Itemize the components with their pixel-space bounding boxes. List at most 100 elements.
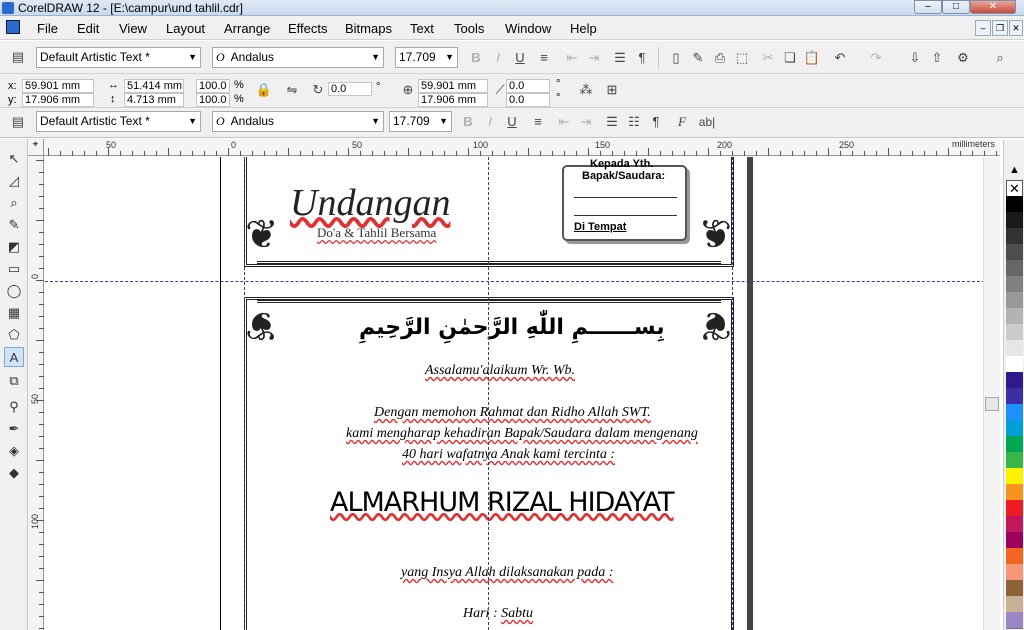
color-swatch[interactable]	[1006, 564, 1023, 581]
vertical-ruler[interactable]: 0 50 100	[28, 156, 44, 630]
bismillah-text[interactable]: بِســــــمِ اللّٰهِ الرَّحمٰنِ الرَّحِيم…	[359, 315, 665, 340]
doc-close-button[interactable]: ✕	[1009, 20, 1023, 36]
scroll-thumb[interactable]	[985, 397, 999, 411]
lock-ratio-icon[interactable]: 🔒	[254, 80, 274, 100]
menu-view[interactable]: View	[119, 21, 147, 36]
menu-window[interactable]: Window	[505, 21, 551, 36]
position-icon[interactable]: ⊞	[602, 80, 622, 100]
cut-icon[interactable]: ✂	[758, 48, 778, 68]
import-file-icon[interactable]: ⇩	[905, 48, 925, 68]
menu-help[interactable]: Help	[570, 21, 597, 36]
color-swatch[interactable]	[1006, 308, 1023, 325]
increase-indent-icon[interactable]: ⇥	[576, 112, 596, 132]
text-style-combo[interactable]: Default Artistic Text * ▼	[36, 111, 201, 132]
drop-cap-icon[interactable]: ☷	[624, 112, 644, 132]
interactive-blend-tool-icon[interactable]: ⧉	[4, 371, 24, 391]
color-swatch[interactable]	[1006, 484, 1023, 501]
graph-paper-tool-icon[interactable]: ▦	[4, 303, 24, 323]
skew-x-field[interactable]: 0.0	[506, 79, 550, 93]
minimize-button[interactable]: –	[914, 0, 942, 14]
ruler-origin-icon[interactable]: ⌖	[28, 139, 44, 156]
color-swatch[interactable]	[1006, 372, 1023, 389]
color-swatch[interactable]	[1006, 212, 1023, 229]
character-format-icon[interactable]: F	[672, 112, 692, 132]
doc-restore-button[interactable]: ❐	[992, 20, 1008, 36]
rotation-field[interactable]: 0.0	[328, 82, 372, 96]
bullet-list-icon[interactable]: ☰	[610, 48, 630, 68]
redo-icon[interactable]: ↷	[866, 48, 886, 68]
menu-arrange[interactable]: Arrange	[224, 21, 270, 36]
center-x-field[interactable]: 59.901 mm	[418, 79, 488, 93]
color-swatch[interactable]	[1006, 260, 1023, 277]
deceased-name[interactable]: ALMARHUM RIZAL HIDAYAT	[330, 487, 675, 518]
basic-shapes-tool-icon[interactable]: ⬠	[4, 325, 24, 345]
close-button[interactable]: ✕	[970, 0, 1016, 14]
invitation-heading[interactable]: Undangan	[290, 181, 450, 225]
italic-icon[interactable]: I	[480, 112, 500, 132]
grid-icon[interactable]: ⁂	[576, 80, 596, 100]
color-swatch[interactable]	[1006, 612, 1023, 629]
color-swatch[interactable]	[1006, 548, 1023, 565]
color-swatch[interactable]	[1006, 404, 1023, 421]
y-position-field[interactable]: 17.906 mm	[22, 93, 94, 107]
menu-file[interactable]: File	[37, 21, 58, 36]
smart-fill-tool-icon[interactable]: ◩	[4, 237, 24, 257]
import-icon[interactable]: ⬚	[732, 48, 752, 68]
eyedropper-tool-icon[interactable]: ⚲	[4, 397, 24, 417]
color-swatch[interactable]	[1006, 196, 1023, 213]
vertical-scrollbar[interactable]	[983, 157, 1000, 630]
application-launcher-icon[interactable]: ⚙	[953, 48, 973, 68]
paragraph-icon[interactable]: ¶	[646, 112, 666, 132]
drawing-canvas[interactable]: ❦ ❦ Undangan Do'a & Tahlil Bersama Kepad…	[45, 157, 1000, 630]
menu-effects[interactable]: Effects	[288, 21, 328, 36]
font-size-combo[interactable]: 17.709 ▼	[395, 47, 458, 68]
print-icon[interactable]: ⎙	[710, 48, 730, 68]
vertical-guideline[interactable]	[732, 157, 733, 630]
new-document-icon[interactable]: ▯	[666, 48, 686, 68]
text-tool-icon[interactable]: ▤	[8, 112, 28, 132]
invitation-line-3[interactable]: 40 hari wafatnya Anak kami tercinta :	[402, 447, 615, 463]
color-swatch[interactable]	[1006, 244, 1023, 261]
color-swatch[interactable]	[1006, 356, 1023, 373]
zoom-tool-icon[interactable]: ⌕	[4, 193, 24, 213]
style-combo[interactable]: Default Artistic Text * ▼	[36, 47, 201, 68]
center-y-field[interactable]: 17.906 mm	[418, 93, 488, 107]
scale-y-field[interactable]: 100.0	[196, 93, 230, 107]
fill-tool-icon[interactable]: ◈	[4, 441, 24, 461]
bold-icon[interactable]: B	[458, 112, 478, 132]
invitation-line-4[interactable]: yang Insya Allah dilaksanakan pada :	[401, 565, 613, 581]
invitation-line-2[interactable]: kami mengharap kehadiran Bapak/Saudara d…	[346, 426, 698, 442]
rotate-icon[interactable]: ↻	[308, 80, 328, 100]
color-swatch[interactable]	[1006, 468, 1023, 485]
paste-icon[interactable]: 📋	[802, 48, 822, 68]
maximize-button[interactable]: □	[942, 0, 970, 14]
increase-indent-icon[interactable]: ⇥	[584, 48, 604, 68]
outline-tool-icon[interactable]: ✒	[4, 419, 24, 439]
paragraph-icon[interactable]: ¶	[632, 48, 652, 68]
width-field[interactable]: 51.414 mm	[124, 79, 184, 93]
color-swatch[interactable]	[1006, 276, 1023, 293]
copy-icon[interactable]: ❏	[780, 48, 800, 68]
color-swatch[interactable]	[1006, 452, 1023, 469]
color-swatch[interactable]	[1006, 436, 1023, 453]
invitation-subheading[interactable]: Do'a & Tahlil Bersama	[317, 225, 436, 241]
export-icon[interactable]: ⇧	[927, 48, 947, 68]
font-combo[interactable]: O Andalus ▼	[212, 47, 384, 68]
text-font-combo[interactable]: O Andalus ▼	[212, 111, 384, 132]
height-field[interactable]: 4.713 mm	[124, 93, 184, 107]
color-swatch[interactable]	[1006, 580, 1023, 597]
text-tool-icon[interactable]: A	[4, 347, 24, 367]
color-swatch[interactable]	[1006, 596, 1023, 613]
vertical-guideline[interactable]	[244, 157, 245, 630]
underline-icon[interactable]: U	[510, 48, 530, 68]
underline-icon[interactable]: U	[502, 112, 522, 132]
scale-x-field[interactable]: 100.0	[196, 79, 230, 93]
edit-text-icon[interactable]: ab|	[694, 112, 720, 132]
color-swatch[interactable]	[1006, 500, 1023, 517]
italic-icon[interactable]: I	[488, 48, 508, 68]
align-icon[interactable]: ≡	[534, 48, 554, 68]
vertical-guideline[interactable]	[488, 157, 489, 630]
doc-minimize-button[interactable]: –	[975, 20, 991, 36]
greeting-text[interactable]: Assalamu'alaikum Wr. Wb.	[425, 363, 575, 379]
zoom-levels-icon[interactable]: ⌕	[990, 48, 1010, 68]
